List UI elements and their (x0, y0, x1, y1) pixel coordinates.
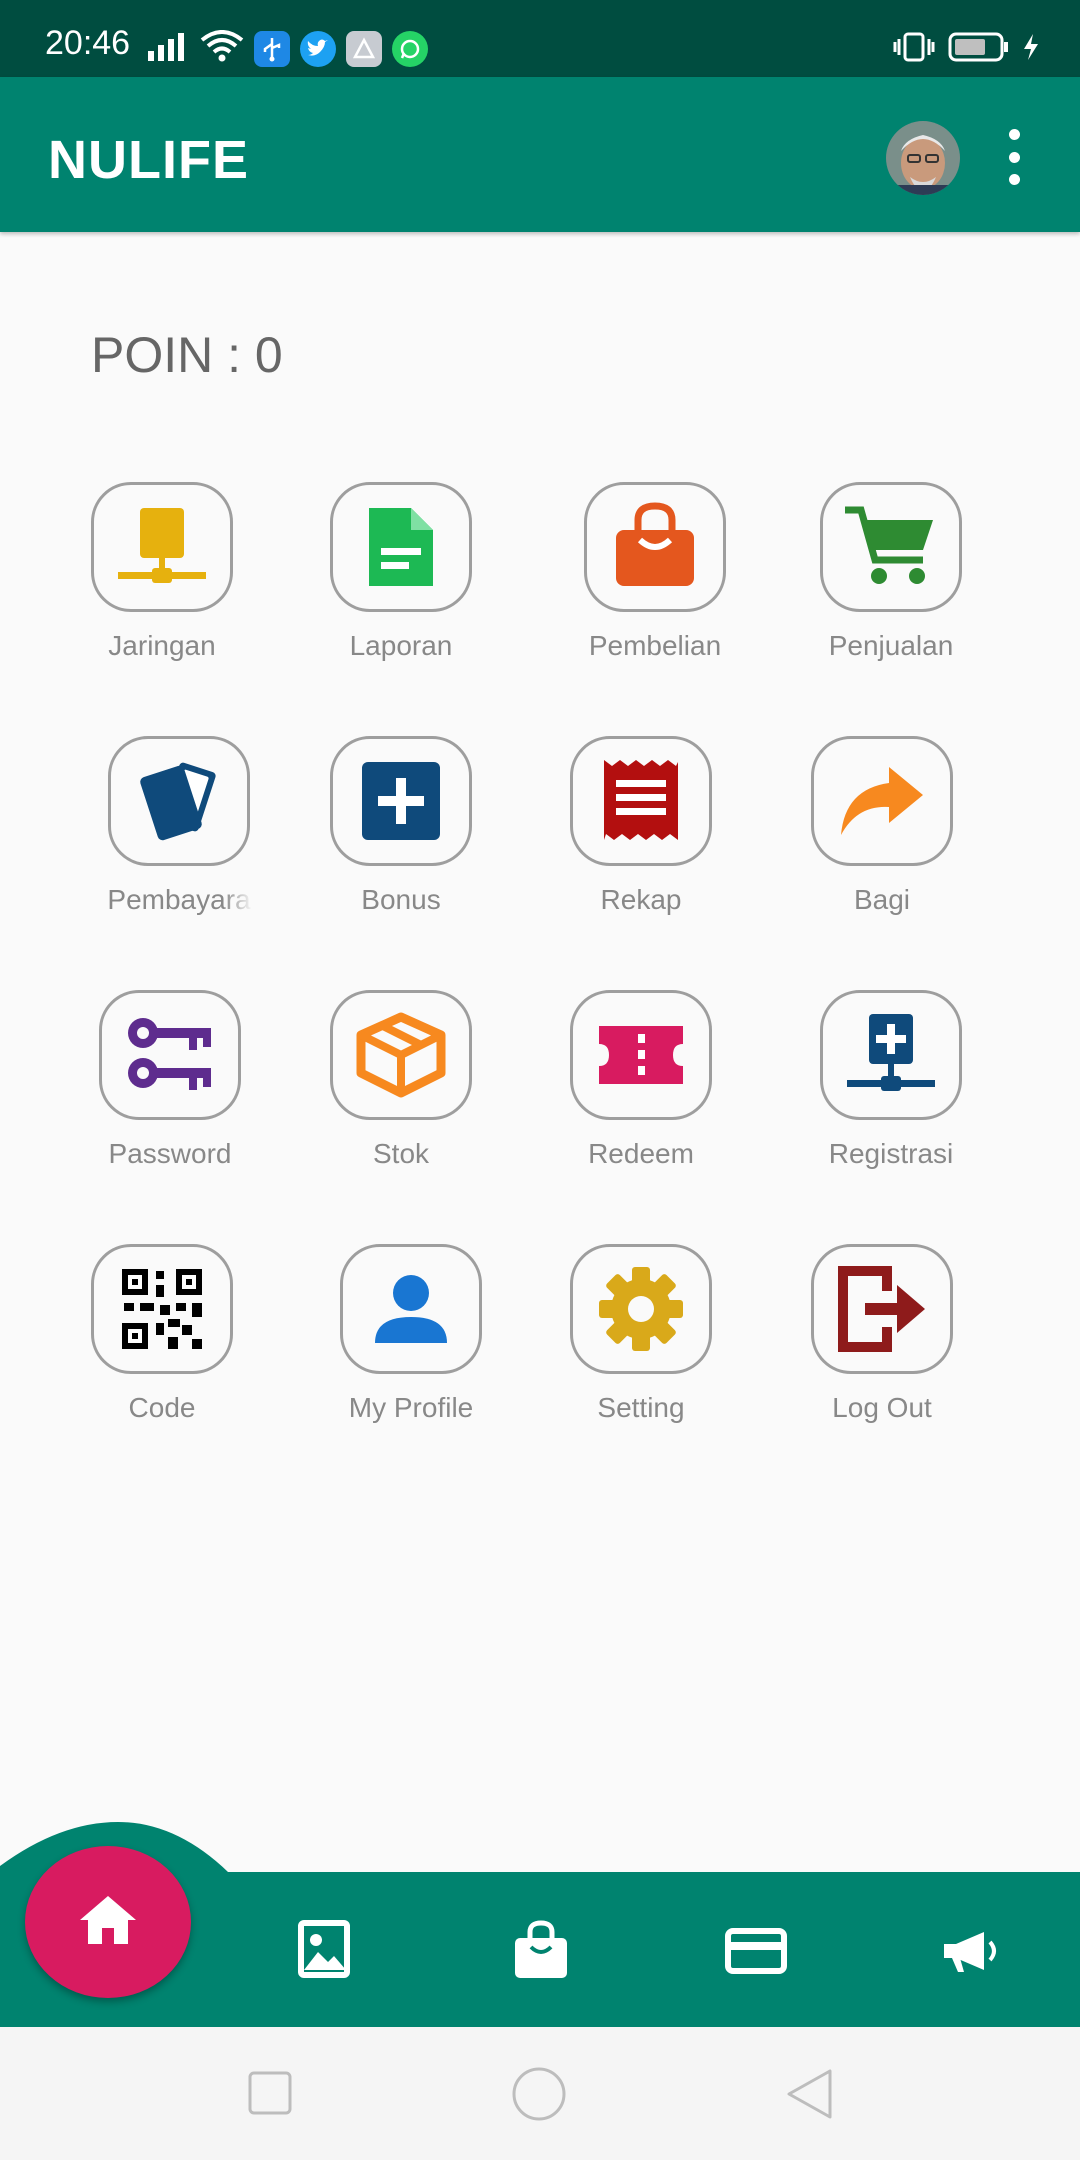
menu-label: Setting (597, 1392, 685, 1423)
menu-label: Pembayara (107, 884, 251, 915)
menu-pembelian[interactable]: Pembelian (535, 482, 775, 682)
usb-icon (254, 30, 290, 67)
plus-box-icon (330, 736, 472, 866)
menu-label: Redeem (588, 1138, 694, 1169)
shopping-bag-icon (584, 482, 726, 612)
menu-label: Stok (372, 1138, 430, 1169)
document-icon (330, 482, 472, 612)
menu-stok[interactable]: Stok (281, 990, 521, 1190)
avatar[interactable] (886, 121, 960, 195)
menu-bonus[interactable]: Bonus (281, 736, 521, 936)
box-icon (330, 990, 472, 1120)
keys-icon (99, 990, 241, 1120)
menu-label: Pembelian (588, 630, 722, 661)
battery-icon (948, 32, 1010, 67)
home-fab-button[interactable] (25, 1846, 191, 1998)
gallery-icon[interactable] (298, 1920, 350, 1978)
menu-label: Rekap (600, 884, 682, 915)
menu-label: Bagi (853, 884, 911, 915)
menu-setting[interactable]: Setting (521, 1244, 761, 1444)
cart-icon (820, 482, 962, 612)
menu-pembayaran[interactable]: Pembayara (59, 736, 299, 936)
menu-log-out[interactable]: Log Out (762, 1244, 1002, 1444)
menu-registrasi[interactable]: Registrasi (771, 990, 1011, 1190)
twitter-icon (300, 30, 336, 67)
card-icon[interactable] (725, 1928, 787, 1974)
ticket-icon (570, 990, 712, 1120)
logout-icon (811, 1244, 953, 1374)
menu-label: Log Out (832, 1392, 932, 1423)
network-icon (91, 482, 233, 612)
menu-code[interactable]: Code (42, 1244, 282, 1444)
qr-code-icon (91, 1244, 233, 1374)
person-icon (340, 1244, 482, 1374)
vibrate-icon (892, 32, 936, 67)
signal-icon (146, 31, 190, 66)
menu-redeem[interactable]: Redeem (521, 990, 761, 1190)
menu-label: Code (128, 1392, 196, 1423)
app-bar: NULIFE (0, 77, 1080, 232)
app-title: NULIFE (48, 130, 249, 190)
menu-label: My Profile (348, 1392, 474, 1423)
overflow-menu-icon[interactable] (1000, 129, 1028, 185)
menu-label: Password (108, 1138, 232, 1169)
menu-label: Laporan (349, 630, 453, 661)
recents-button[interactable] (248, 2071, 292, 2120)
menu-penjualan[interactable]: Penjualan (771, 482, 1011, 682)
menu-jaringan[interactable]: Jaringan (42, 482, 282, 682)
menu-label: Registrasi (828, 1138, 954, 1169)
menu-label: Bonus (361, 884, 441, 915)
network-add-icon (820, 990, 962, 1120)
gear-icon (570, 1244, 712, 1374)
charging-icon (1022, 33, 1040, 66)
whatsapp-icon (392, 30, 428, 67)
status-bar: 20:46 (0, 0, 1080, 77)
menu-laporan[interactable]: Laporan (281, 482, 521, 682)
back-button[interactable] (786, 2069, 832, 2124)
store-icon (346, 30, 382, 67)
menu-label: Jaringan (108, 630, 216, 661)
menu-my-profile[interactable]: My Profile (291, 1244, 531, 1444)
home-icon (78, 1894, 138, 1951)
system-nav-bar (0, 2027, 1080, 2160)
menu-password[interactable]: Password (50, 990, 290, 1190)
menu-rekap[interactable]: Rekap (521, 736, 761, 936)
poin-label: POIN : 0 (91, 327, 283, 383)
share-arrow-icon (811, 736, 953, 866)
megaphone-icon[interactable] (940, 1928, 1002, 1974)
bag-icon[interactable] (512, 1920, 570, 1980)
menu-label: Penjualan (828, 630, 954, 661)
receipt-icon (570, 736, 712, 866)
home-button[interactable] (512, 2067, 566, 2126)
cards-icon (108, 736, 250, 866)
status-time: 20:46 (45, 24, 131, 62)
menu-bagi[interactable]: Bagi (762, 736, 1002, 936)
wifi-icon (200, 30, 244, 67)
